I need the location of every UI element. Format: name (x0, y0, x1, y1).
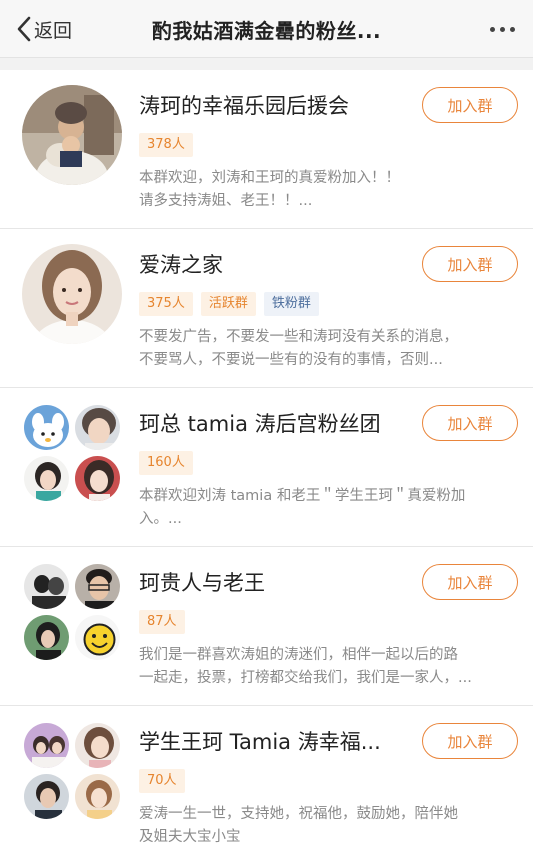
nav-bar: 返回 酌我姑酒满金罍的粉丝... (0, 0, 533, 58)
group-description: 本群欢迎刘涛 tamia 和老王＂学生王珂＂真爱粉加 入。... (139, 485, 511, 531)
iron-fan-group-badge: 铁粉群 (263, 292, 319, 316)
group-name: 爱涛之家 (139, 253, 223, 277)
member-avatar (73, 772, 122, 821)
member-count-badge: 70人 (139, 769, 185, 793)
member-avatar (73, 454, 122, 503)
member-avatar (22, 613, 71, 662)
member-avatar (73, 721, 122, 770)
fan-group-list: 涛珂的幸福乐园后援会 加入群 378人 本群欢迎，刘涛和王珂的真爱粉加入！！ 请… (0, 70, 533, 857)
description-line: 本群欢迎，刘涛和王珂的真爱粉加入！！ (139, 170, 400, 186)
member-count-badge: 378人 (139, 133, 193, 157)
group-avatar-grid (22, 562, 122, 662)
list-item[interactable]: 学生王珂 Tamia 涛幸福... 加入群 70人 爱涛一生一世，支持她，祝福他… (0, 706, 533, 857)
group-avatar (22, 85, 122, 185)
join-group-button[interactable]: 加入群 (422, 246, 518, 282)
group-avatar-grid (22, 403, 122, 503)
description-line: 不要发广告，不要发一些和涛珂没有关系的消息， (139, 329, 458, 345)
description-line: 入。... (139, 511, 182, 527)
member-avatar (73, 403, 122, 452)
member-avatar (22, 721, 71, 770)
join-group-button[interactable]: 加入群 (422, 87, 518, 123)
member-avatar (22, 403, 71, 452)
group-avatar (22, 244, 122, 344)
description-line: 及姐夫大宝小宝 (139, 829, 241, 845)
member-avatar (22, 454, 71, 503)
group-description: 爱涛一生一世，支持她，祝福他，鼓励她，陪伴她 及姐夫大宝小宝 (139, 803, 511, 849)
page-title: 酌我姑酒满金罍的粉丝... (151, 19, 382, 43)
group-description: 本群欢迎，刘涛和王珂的真爱粉加入！！ 请多支持涛姐、老王！！... (139, 167, 511, 213)
more-menu-icon[interactable] (490, 17, 515, 41)
group-name: 学生王珂 Tamia 涛幸福... (139, 730, 381, 754)
member-avatar (73, 562, 122, 611)
description-line: 一起走，投票，打榜都交给我们，我们是一家人，... (139, 670, 472, 686)
list-item[interactable]: 爱涛之家 加入群 375人 活跃群 铁粉群 不要发广告，不要发一些和涛珂没有关系… (0, 229, 533, 388)
group-description: 我们是一群喜欢涛姐的涛迷们，相伴一起以后的路 一起走，投票，打榜都交给我们，我们… (139, 644, 511, 690)
description-line: 我们是一群喜欢涛姐的涛迷们，相伴一起以后的路 (139, 647, 458, 663)
member-count-badge: 87人 (139, 610, 185, 634)
member-avatar (22, 562, 71, 611)
description-line: 爱涛一生一世，支持她，祝福他，鼓励她，陪伴她 (139, 806, 458, 822)
list-item[interactable]: 珂总 tamia 涛后宫粉丝团 加入群 160人 本群欢迎刘涛 tamia 和老… (0, 388, 533, 547)
member-count-badge: 160人 (139, 451, 193, 475)
group-name: 涛珂的幸福乐园后援会 (139, 94, 349, 118)
group-avatar-grid (22, 721, 122, 821)
member-count-badge: 375人 (139, 292, 193, 316)
description-line: 请多支持涛姐、老王！！... (139, 193, 313, 209)
join-group-button[interactable]: 加入群 (422, 723, 518, 759)
group-name: 珂贵人与老王 (139, 571, 265, 595)
description-line: 不要骂人，不要说一些有的没有的事情，否则... (139, 352, 443, 368)
description-line: 本群欢迎刘涛 tamia 和老王＂学生王珂＂真爱粉加 (139, 488, 466, 504)
join-group-button[interactable]: 加入群 (422, 405, 518, 441)
member-avatar (22, 772, 71, 821)
join-group-button[interactable]: 加入群 (422, 564, 518, 600)
active-group-badge: 活跃群 (200, 292, 256, 316)
list-item[interactable]: 珂贵人与老王 加入群 87人 我们是一群喜欢涛姐的涛迷们，相伴一起以后的路 一起… (0, 547, 533, 706)
group-name: 珂总 tamia 涛后宫粉丝团 (139, 412, 381, 436)
list-item[interactable]: 涛珂的幸福乐园后援会 加入群 378人 本群欢迎，刘涛和王珂的真爱粉加入！！ 请… (0, 70, 533, 229)
group-description: 不要发广告，不要发一些和涛珂没有关系的消息， 不要骂人，不要说一些有的没有的事情… (139, 326, 511, 372)
smiley-icon (73, 613, 122, 662)
